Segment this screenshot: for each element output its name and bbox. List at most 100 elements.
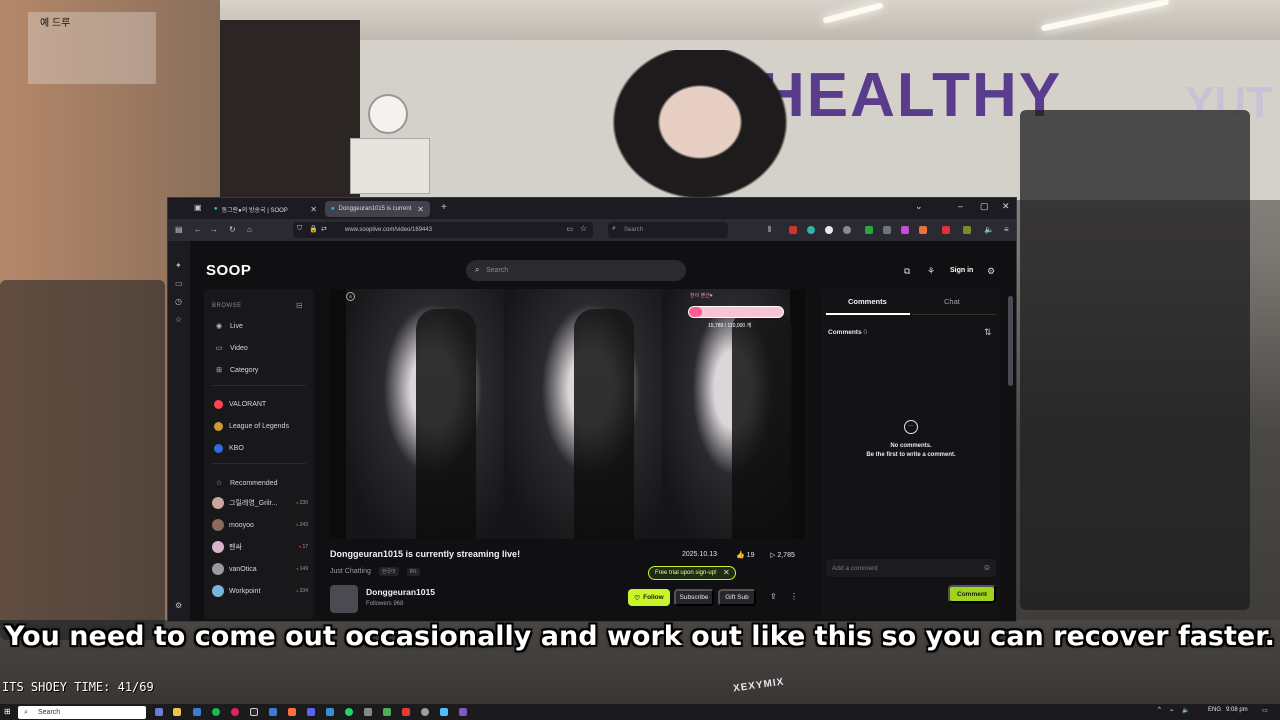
subscribe-button[interactable]: Subscribe	[674, 589, 714, 606]
new-tab-button[interactable]: +	[441, 202, 447, 213]
tab-chat[interactable]: Chat	[944, 297, 960, 306]
site-search-input[interactable]: ⌕ Search	[466, 260, 686, 281]
settings-icon[interactable]: ⚙	[987, 266, 995, 277]
permissions-icon[interactable]: ⇄	[321, 225, 327, 233]
app-icon[interactable]	[440, 708, 448, 716]
comment-input[interactable]: Add a comment ☺	[826, 559, 996, 577]
language-indicator[interactable]: ENG	[1208, 707, 1221, 713]
sidebar-item-video[interactable]: ▭ Video	[214, 344, 248, 353]
close-tab-icon[interactable]: ✕	[310, 205, 317, 214]
app-icon[interactable]	[345, 708, 353, 716]
tab-current-video[interactable]: ● Donggeuran1015 is current ✕	[325, 201, 430, 217]
extension-icon[interactable]	[901, 226, 909, 234]
extension-icon[interactable]	[883, 226, 891, 234]
extension-icon[interactable]	[825, 226, 833, 234]
tag[interactable]: IRL	[406, 568, 421, 576]
back-icon[interactable]: ←	[194, 225, 202, 234]
recommended-channel[interactable]: mooyoo 243	[212, 519, 308, 531]
page-scrollbar[interactable]	[1008, 296, 1013, 386]
sign-in-button[interactable]: Sign in	[950, 267, 973, 274]
app-icon[interactable]	[383, 708, 391, 716]
extension-icon[interactable]	[919, 226, 927, 234]
broadcast-icon[interactable]: ⧉	[904, 266, 910, 277]
recommended-channel[interactable]: vanOtica 149	[212, 563, 308, 575]
studio-icon[interactable]: ⚘	[927, 266, 935, 277]
recommended-channel[interactable]: 그릴레영_Grilr... 230	[212, 497, 308, 509]
share-icon[interactable]: ⇪	[770, 592, 777, 601]
app-icon[interactable]	[155, 708, 163, 716]
notifications-icon[interactable]: ▭	[1262, 707, 1268, 714]
network-icon[interactable]: ⌁	[1170, 707, 1174, 714]
minimize-button[interactable]: –	[958, 201, 963, 211]
tab-list-icon[interactable]: ▣	[194, 203, 202, 212]
emoji-icon[interactable]: ☺	[983, 563, 991, 572]
shield-icon[interactable]: ⛉	[297, 225, 302, 233]
windows-start-icon[interactable]: ⊞	[4, 707, 11, 716]
app-icon[interactable]	[231, 708, 239, 716]
app-icon[interactable]	[269, 708, 277, 716]
app-icon[interactable]	[193, 708, 201, 716]
menu-icon[interactable]: ≡	[1004, 225, 1009, 234]
folder-icon[interactable]	[173, 708, 181, 716]
free-trial-banner[interactable]: Free trial upon sign-up! ✕	[648, 566, 736, 580]
bookmarks-icon[interactable]: ☆	[175, 315, 182, 324]
tag[interactable]: 한국어	[378, 567, 399, 576]
library-icon[interactable]: ⫴	[768, 225, 771, 235]
close-window-button[interactable]: ✕	[1002, 201, 1010, 212]
close-tab-icon[interactable]: ✕	[417, 205, 424, 214]
tab-soop-home[interactable]: ● 동그란●의 방송국 | SOOP ✕	[208, 201, 323, 217]
history-icon[interactable]: ◷	[175, 297, 182, 306]
extension-icon[interactable]	[865, 226, 873, 234]
extension-icon[interactable]	[942, 226, 950, 234]
mute-icon[interactable]: 🔈	[984, 225, 994, 234]
submit-comment-button[interactable]: Comment	[948, 585, 996, 603]
sidebar-game-lol[interactable]: League of Legends	[214, 422, 289, 431]
extension-icon[interactable]	[807, 226, 815, 234]
sidebar-game-kbo[interactable]: KBO	[214, 444, 244, 453]
video-player[interactable]: ⊙ 한이 멘션♥ 15,789 / 110,000 개	[330, 289, 805, 539]
collapse-sidebar-icon[interactable]: ⊟	[296, 301, 303, 310]
app-icon[interactable]	[326, 708, 334, 716]
more-options-icon[interactable]: ⋮	[790, 592, 798, 601]
extension-icon[interactable]	[963, 226, 971, 234]
bookmark-star-icon[interactable]: ☆	[580, 224, 587, 233]
home-icon[interactable]: ⌂	[247, 225, 252, 234]
app-icon[interactable]	[421, 708, 429, 716]
volume-icon[interactable]: 🔈	[1182, 707, 1189, 714]
tab-comments[interactable]: Comments	[848, 297, 887, 306]
follow-button[interactable]: ♡ Follow	[628, 589, 670, 606]
sidebar-item-live[interactable]: ◉ Live	[214, 322, 243, 331]
channel-name[interactable]: Donggeuran1015	[366, 587, 435, 597]
firefox-icon[interactable]	[288, 708, 296, 716]
app-icon[interactable]	[402, 708, 410, 716]
list-all-tabs-icon[interactable]: ⌄	[915, 201, 923, 212]
sidebar-toggle-icon[interactable]: ▤	[175, 225, 183, 234]
clock[interactable]: 9:08 pm	[1226, 707, 1248, 713]
close-icon[interactable]: ✕	[723, 568, 730, 577]
ai-chat-icon[interactable]: ✦	[175, 261, 182, 270]
like-button[interactable]: 👍 19	[736, 551, 754, 559]
channel-avatar[interactable]	[330, 585, 358, 613]
reload-icon[interactable]: ↻	[229, 225, 236, 234]
app-icon[interactable]	[459, 708, 467, 716]
extension-icon[interactable]	[843, 226, 851, 234]
recommended-channel[interactable]: Workpoint 334	[212, 585, 308, 597]
recommended-channel[interactable]: 팬싸 17	[212, 541, 308, 553]
app-icon[interactable]	[250, 708, 258, 716]
reader-view-icon[interactable]: ▭	[566, 225, 573, 233]
app-icon[interactable]	[364, 708, 372, 716]
maximize-button[interactable]: ▢	[980, 201, 989, 212]
category-link[interactable]: Just Chatting	[330, 568, 371, 575]
settings-icon[interactable]: ⚙	[175, 601, 182, 610]
taskbar-search[interactable]: ⌕ Search	[18, 706, 146, 719]
tray-chevron-icon[interactable]: ^	[1158, 707, 1161, 713]
spotify-icon[interactable]	[212, 708, 220, 716]
address-bar[interactable]: ⛉ 🔒 ⇄ www.sooplive.com/video/169443 ▭ ☆	[293, 222, 593, 238]
gift-sub-button[interactable]: Gift Sub	[718, 589, 756, 606]
browser-search-field[interactable]: ⌕ Search	[608, 222, 728, 238]
sidebar-item-category[interactable]: ⊞ Category	[214, 366, 258, 375]
discord-icon[interactable]	[307, 708, 315, 716]
sidebar-game-valorant[interactable]: VALORANT	[214, 400, 266, 409]
lock-icon[interactable]: 🔒	[309, 225, 318, 233]
forward-icon[interactable]: →	[210, 225, 218, 234]
